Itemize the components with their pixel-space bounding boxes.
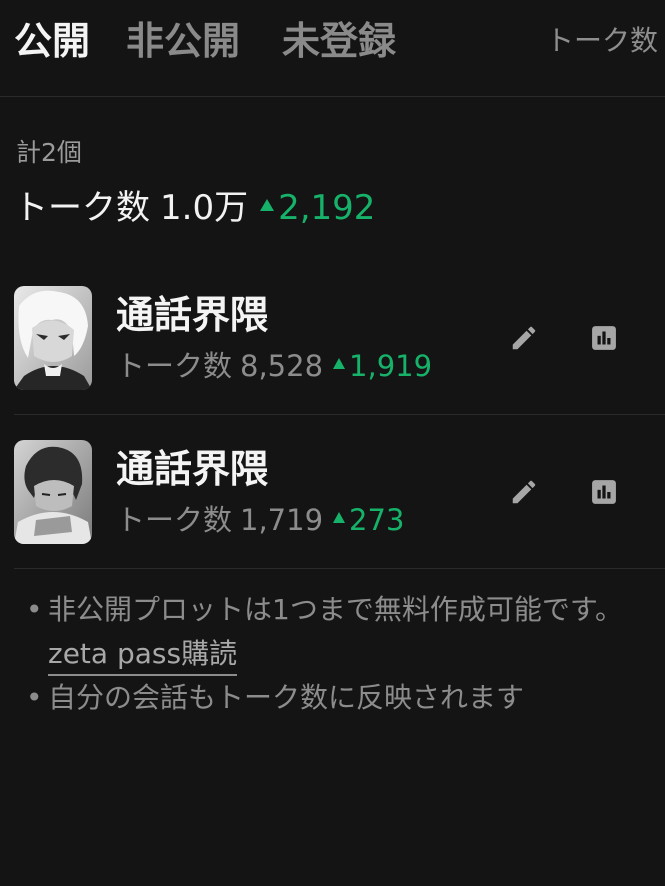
total-talk-value: 1.0万 [160, 188, 249, 228]
plot-item[interactable]: 通話界隈 トーク数 8,528 1,919 [14, 286, 665, 440]
note-item: • 自分の会話もトーク数に反映されます [20, 676, 665, 720]
divider [14, 414, 665, 415]
notes: • 非公開プロットは1つまで無料作成可能です。 zeta pass購読 • 自分… [20, 588, 665, 720]
plot-talk-label: トーク数 [116, 503, 233, 537]
tab-bar: 公開 非公開 未登録 トーク数 [0, 0, 665, 97]
note-text-own-conversation: 自分の会話もトーク数に反映されます [48, 681, 525, 714]
triangle-up-icon [260, 199, 275, 211]
stats-button[interactable] [582, 470, 626, 514]
tab-private[interactable]: 非公開 [126, 16, 240, 66]
bullet: • [26, 593, 43, 626]
triangle-up-icon [333, 358, 346, 369]
plot-item[interactable]: 通話界隈 トーク数 1,719 273 [14, 440, 665, 594]
plot-title[interactable]: 通話界隈 [116, 444, 268, 494]
total-talk-delta: 2,192 [260, 184, 375, 232]
zeta-pass-subscribe-link[interactable]: zeta pass購読 [48, 634, 238, 676]
avatar [14, 440, 92, 544]
plot-talk-value: 1,719 [240, 503, 324, 537]
plot-talk-stats: トーク数 8,528 1,919 [116, 346, 432, 386]
bar-chart-icon [592, 326, 616, 350]
bar-chart-icon [592, 480, 616, 504]
sort-selector[interactable]: トーク数 [546, 22, 658, 60]
total-talk-label: トーク数 [14, 188, 150, 228]
plot-talk-stats: トーク数 1,719 273 [116, 500, 404, 540]
plot-talk-delta-value: 273 [349, 503, 405, 537]
plot-talk-label: トーク数 [116, 349, 233, 383]
plot-talk-value: 8,528 [240, 349, 324, 383]
note-item: • 非公開プロットは1つまで無料作成可能です。 [20, 588, 665, 632]
pencil-icon [512, 480, 536, 504]
edit-button[interactable] [502, 316, 546, 360]
total-talk-delta-value: 2,192 [278, 188, 376, 228]
plot-talk-delta-value: 1,919 [349, 349, 433, 383]
total-talk-summary: トーク数 1.0万 2,192 [14, 184, 375, 232]
bullet: • [26, 681, 43, 714]
plot-talk-delta: 273 [333, 500, 404, 540]
tab-unregistered[interactable]: 未登録 [282, 16, 396, 66]
plot-title[interactable]: 通話界隈 [116, 290, 268, 340]
plot-talk-delta: 1,919 [333, 346, 432, 386]
triangle-up-icon [333, 512, 346, 523]
total-count: 計2個 [16, 138, 82, 167]
pencil-icon [512, 326, 536, 350]
stats-button[interactable] [582, 316, 626, 360]
divider [14, 568, 665, 569]
avatar [14, 286, 92, 390]
note-text-private-limit: 非公開プロットは1つまで無料作成可能です。 [48, 593, 624, 626]
tab-public[interactable]: 公開 [14, 16, 90, 66]
edit-button[interactable] [502, 470, 546, 514]
